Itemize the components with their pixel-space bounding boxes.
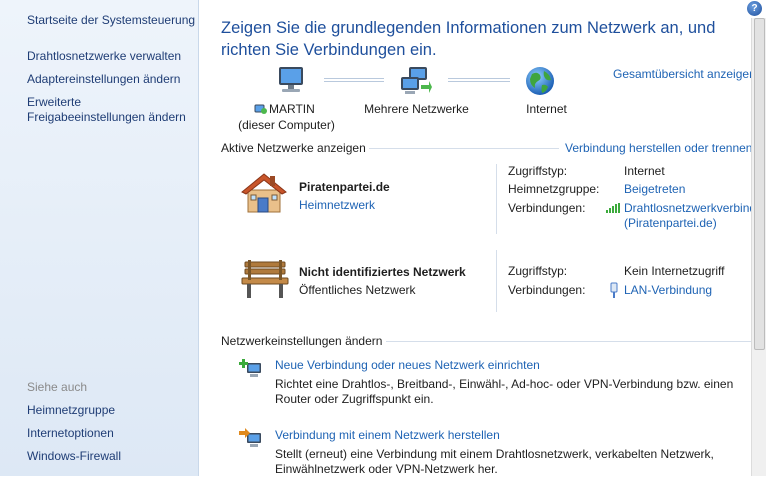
sidebar: Startseite der Systemsteuerung Drahtlosn… (0, 0, 199, 476)
connect-disconnect-link[interactable]: Verbindung herstellen oder trennen (565, 141, 752, 155)
vertical-scrollbar[interactable] (751, 18, 766, 476)
connections-label-1: Verbindungen: (508, 201, 586, 215)
lan-connection-link[interactable]: LAN-Verbindung (624, 283, 712, 298)
house-icon (241, 173, 287, 213)
setup-new-connection-desc: Richtet eine Drahtlos-, Breitband-, Einw… (275, 377, 734, 406)
scrollbar-thumb[interactable] (754, 18, 765, 350)
multiple-networks-label: Mehrere Netzwerke (364, 102, 469, 116)
sidebar-link-advanced-sharing[interactable]: Erweiterte Freigabeeinstellungen ändern (27, 95, 192, 125)
access-type-value-2: Kein Internetzugriff (624, 264, 725, 278)
sidebar-link-control-panel-home[interactable]: Startseite der Systemsteuerung (27, 13, 195, 28)
connect-to-network-desc: Stellt (erneut) eine Verbindung mit eine… (275, 447, 714, 476)
help-icon[interactable]: ? (747, 1, 762, 16)
computer-sub-label: (dieser Computer) (238, 118, 335, 132)
access-type-label-2: Zugriffstyp: (508, 264, 568, 278)
active-networks-heading: Aktive Netzwerke anzeigen (221, 141, 366, 155)
sidebar-link-internet-options[interactable]: Internetoptionen (27, 426, 114, 441)
access-type-value-1: Internet (624, 164, 665, 178)
internet-globe-icon[interactable] (524, 65, 556, 97)
connect-to-network-link[interactable]: Verbindung mit einem Netzwerk herstellen (275, 428, 500, 442)
wireless-connection-ssid[interactable]: (Piratenpartei.de) (624, 216, 717, 231)
network-1-separator (496, 164, 497, 234)
connections-label-2: Verbindungen: (508, 283, 586, 297)
multiple-networks-icon[interactable] (399, 65, 433, 97)
network-2-separator (496, 250, 497, 312)
main-content: ? Zeigen Sie die grundlegenden Informati… (199, 0, 766, 476)
network-name-piratenpartei: Piratenpartei.de (299, 180, 390, 194)
settings-divider (386, 341, 754, 342)
section-divider (369, 148, 559, 149)
sidebar-link-windows-firewall[interactable]: Windows-Firewall (27, 449, 121, 464)
new-connection-icon[interactable] (239, 357, 265, 381)
access-type-label-1: Zugriffstyp: (508, 164, 568, 178)
internet-label: Internet (526, 102, 567, 116)
connect-to-network-icon[interactable] (239, 427, 265, 451)
full-map-link[interactable]: Gesamtübersicht anzeigen (613, 67, 756, 81)
homegroup-joined-link[interactable]: Beigetreten (624, 182, 685, 197)
map-connector-right (448, 78, 510, 82)
network-name-unidentified: Nicht identifiziertes Netzwerk (299, 265, 466, 279)
wireless-connection-link[interactable]: Drahtlosnetzwerkverbind (624, 201, 754, 216)
wifi-signal-icon (606, 203, 620, 213)
network-type-home-link[interactable]: Heimnetzwerk (299, 198, 375, 212)
sidebar-link-homegroup[interactable]: Heimnetzgruppe (27, 403, 115, 418)
sidebar-link-manage-wireless[interactable]: Drahtlosnetzwerke verwalten (27, 49, 181, 64)
homegroup-label: Heimnetzgruppe: (508, 182, 600, 196)
setup-new-connection-link[interactable]: Neue Verbindung oder neues Netzwerk einr… (275, 358, 540, 372)
page-title: Zeigen Sie die grundlegenden Information… (221, 19, 716, 59)
network-type-public: Öffentliches Netzwerk (299, 283, 416, 297)
see-also-heading: Siehe auch (27, 380, 88, 394)
sidebar-link-adapter-settings[interactable]: Adaptereinstellungen ändern (27, 72, 180, 87)
map-connector-left (324, 78, 384, 82)
computer-name-label: MARTIN (269, 102, 315, 116)
user-computer-small-icon (254, 104, 267, 114)
change-settings-heading: Netzwerkeinstellungen ändern (221, 334, 383, 348)
computer-icon[interactable] (274, 65, 308, 95)
bench-icon (241, 260, 289, 298)
ethernet-plug-icon (610, 282, 618, 298)
